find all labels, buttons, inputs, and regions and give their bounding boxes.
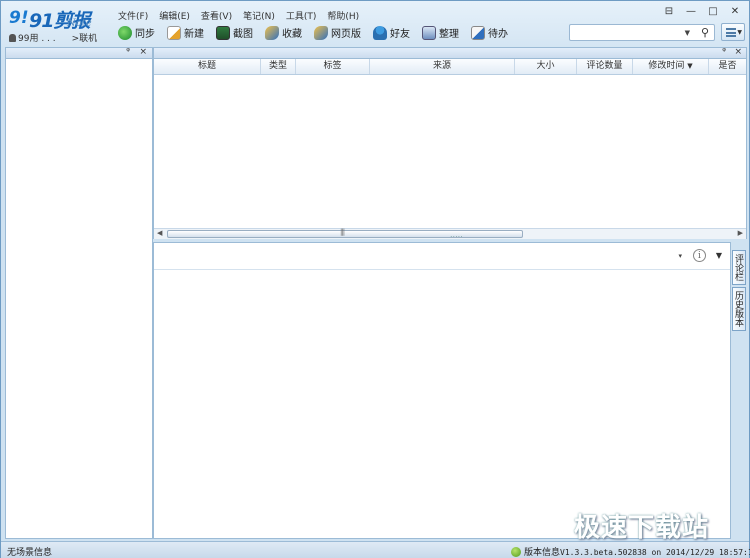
folder-pane-header: ᵠ ×	[6, 47, 152, 59]
menu-file[interactable]: 文件(F)	[117, 9, 149, 22]
column-tags[interactable]: 标签	[296, 59, 370, 74]
restore-icon[interactable]: ⊟	[663, 6, 675, 17]
todo-label: 待办	[488, 29, 508, 40]
scroll-left-icon[interactable]: ◀	[157, 229, 162, 237]
user-status[interactable]: >联机	[72, 31, 98, 44]
organize-label: 整理	[439, 29, 459, 40]
pin-icon[interactable]: ᵠ	[722, 47, 726, 57]
sync-label: 同步	[135, 29, 155, 40]
screenshot-label: 截图	[233, 29, 253, 40]
folder-tree-pane: ᵠ ×	[5, 47, 153, 539]
maximize-icon[interactable]: □	[707, 6, 719, 17]
screenshot-icon	[216, 25, 230, 40]
app-logo: 9! 91剪报 Note	[9, 6, 109, 32]
organize-button[interactable]: 整理	[422, 24, 459, 41]
scroll-right-icon[interactable]: ▶	[738, 229, 743, 237]
view-mode-button[interactable]: ▼	[721, 23, 745, 41]
column-type[interactable]: 类型	[261, 59, 296, 74]
menu-help[interactable]: 帮助(H)	[326, 9, 360, 22]
info-icon[interactable]: i	[693, 249, 706, 262]
minimize-icon[interactable]: —	[685, 6, 697, 17]
search-box: ▼ ⚲	[569, 24, 715, 41]
version-label: 版本信息	[524, 548, 561, 558]
status-scene: 无场景信息	[7, 548, 53, 558]
new-button[interactable]: 新建	[167, 24, 204, 41]
column-modified-time-label: 修改时间	[648, 61, 685, 71]
chevron-down-icon: ▼	[737, 29, 742, 36]
webpage-label: 网页版	[331, 29, 361, 40]
list-pane-header: ᵠ ×	[154, 47, 746, 59]
search-icon[interactable]: ⚲	[701, 26, 709, 39]
search-dropdown-icon[interactable]: ▼	[685, 29, 690, 37]
toolbar: 同步 新建 截图 收藏 网页版 好友 整理 待办	[118, 24, 520, 41]
note-menu-icon[interactable]: ▼	[716, 251, 722, 260]
column-source[interactable]: 来源	[370, 59, 515, 74]
favorite-icon	[265, 25, 279, 40]
window-controls: ⊟ — □ ✕	[663, 6, 741, 17]
webpage-icon	[314, 25, 328, 40]
webpage-button[interactable]: 网页版	[314, 24, 361, 41]
friends-icon	[373, 25, 387, 40]
search-input[interactable]	[570, 25, 680, 40]
user-name-wrap[interactable]: 99用 . . .	[9, 31, 56, 44]
header: 9! 91剪报 Note 99用 . . . >联机 文件(F) 编辑(E) 查…	[1, 1, 749, 47]
watermark: 极速下载站	[574, 513, 710, 543]
user-name: 99用 . . .	[18, 34, 56, 44]
column-is[interactable]: 是否	[709, 59, 746, 74]
menu-tools[interactable]: 工具(T)	[285, 9, 318, 22]
todo-icon	[471, 25, 485, 40]
sync-icon	[118, 25, 132, 40]
sort-desc-icon: ▼	[687, 62, 693, 70]
favorite-button[interactable]: 收藏	[265, 24, 302, 41]
note-list-pane: ᵠ × 标题 类型 标签 来源 大小 评论数量 修改时间 ▼ 是否 ◀ ▶	[153, 47, 747, 239]
column-size[interactable]: 大小	[515, 59, 577, 74]
version-icon	[511, 547, 521, 557]
menu-view[interactable]: 查看(V)	[200, 9, 233, 22]
column-comment-count[interactable]: 评论数量	[577, 59, 633, 74]
friends-button[interactable]: 好友	[373, 24, 410, 41]
screenshot-button[interactable]: 截图	[216, 24, 253, 41]
column-title[interactable]: 标题	[154, 59, 261, 74]
logo-sub: Note	[67, 18, 92, 29]
note-content-pane: ▾ i ▼	[153, 242, 731, 539]
new-note-icon	[167, 25, 181, 40]
tab-history[interactable]: 历史版本	[732, 287, 746, 331]
list-view-icon	[726, 28, 736, 37]
pane-close-icon[interactable]: ×	[734, 47, 742, 57]
column-header: 标题 类型 标签 来源 大小 评论数量 修改时间 ▼ 是否	[154, 59, 746, 75]
close-icon[interactable]: ✕	[729, 6, 741, 17]
note-toolbar: ▾ i ▼	[154, 243, 730, 270]
tab-comments[interactable]: 评论栏	[732, 250, 746, 285]
organize-icon	[422, 25, 436, 40]
sync-button[interactable]: 同步	[118, 24, 155, 41]
pin-icon[interactable]: ᵠ	[126, 47, 130, 57]
status-version: 版本信息V1.3.3.beta.502838 on 2014/12/29 18:…	[511, 545, 750, 558]
note-dropdown-icon[interactable]: ▾	[678, 252, 682, 260]
scroll-thumb[interactable]	[167, 228, 523, 238]
user-info: 99用 . . . >联机	[9, 31, 97, 44]
pane-close-icon[interactable]: ×	[139, 47, 147, 57]
column-modified-time[interactable]: 修改时间 ▼	[633, 59, 709, 74]
menu-edit[interactable]: 编辑(E)	[158, 9, 191, 22]
person-icon	[9, 34, 16, 42]
app-window: 9! 91剪报 Note 99用 . . . >联机 文件(F) 编辑(E) 查…	[0, 0, 750, 558]
favorite-label: 收藏	[282, 29, 302, 40]
new-label: 新建	[184, 29, 204, 40]
menu-note[interactable]: 笔记(N)	[242, 9, 276, 22]
version-value: V1.3.3.beta.502838 on 2014/12/29 18:57:1…	[560, 548, 750, 557]
todo-button[interactable]: 待办	[471, 24, 508, 41]
menu-bar: 文件(F) 编辑(E) 查看(V) 笔记(N) 工具(T) 帮助(H)	[117, 9, 360, 22]
logo-mark: 9!	[9, 8, 29, 28]
side-tabs: 评论栏 历史版本	[732, 250, 747, 333]
friends-label: 好友	[390, 29, 410, 40]
